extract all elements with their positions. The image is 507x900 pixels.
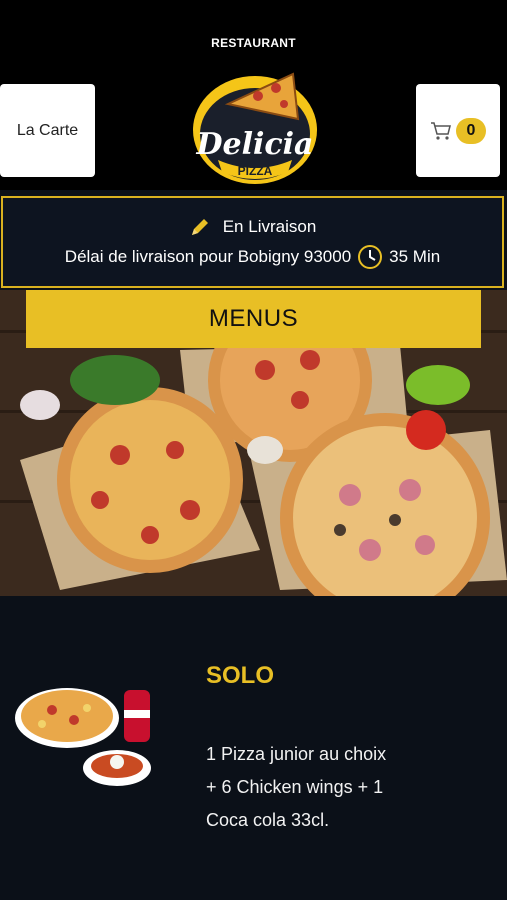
delivery-mode: En Livraison — [222, 217, 317, 236]
delicia-pizza-logo[interactable]: Delicia PIZZA — [188, 64, 322, 188]
delivery-info-box[interactable]: En Livraison Délai de livraison pour Bob… — [1, 196, 504, 288]
delivery-time: 35 Min — [389, 247, 441, 266]
clock-icon — [358, 245, 383, 269]
pencil-icon — [191, 219, 208, 235]
logo-main-text: Delicia — [196, 127, 314, 162]
offer-description: 1 Pizza junior au choix + 6 Chicken wing… — [206, 744, 387, 830]
top-label: RESTAURANT — [211, 36, 296, 50]
cart-icon — [431, 121, 451, 140]
delivery-delay-text: Délai de livraison pour Bobigny 93000 — [64, 247, 352, 266]
menus-tab[interactable]: MENUS — [26, 290, 481, 348]
menus-label: MENUS — [208, 305, 299, 332]
logo-sub-text: PIZZA — [238, 164, 273, 178]
offer-title: SOLO — [206, 662, 275, 689]
header: RESTAURANT La Carte Delicia PIZZA 0 — [0, 0, 507, 190]
la-carte-label: La Carte — [16, 121, 79, 139]
la-carte-button[interactable]: La Carte — [0, 84, 95, 177]
cart-count-badge: 0 — [456, 117, 486, 144]
solo-offer-image[interactable] — [12, 680, 162, 792]
cart-button[interactable]: 0 — [416, 84, 500, 177]
